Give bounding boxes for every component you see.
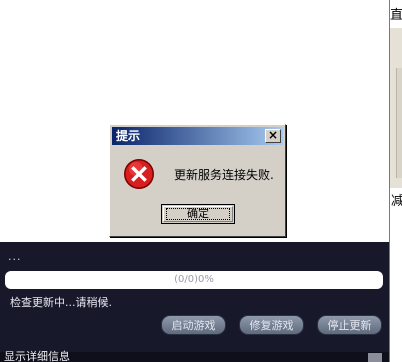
ok-button-label: 确定 xyxy=(187,207,209,220)
background-window-text: 减 xyxy=(391,194,402,209)
close-icon[interactable]: × xyxy=(265,129,281,143)
dialog-title: 提示 xyxy=(116,129,141,143)
background-window-panel xyxy=(390,28,402,188)
ok-button[interactable]: 确定 xyxy=(161,204,235,224)
background-window-scrollbar[interactable] xyxy=(396,68,402,178)
error-dialog: 提示 × 更新服务连接失败. 确定 xyxy=(109,124,286,237)
update-dots: ... xyxy=(8,250,22,263)
update-status-text: 检查更新中...请稍候. xyxy=(10,296,112,309)
stop-update-button[interactable]: 停止更新 xyxy=(317,315,382,335)
progress-text: (0/0)0% xyxy=(174,274,214,285)
details-toggle-button[interactable] xyxy=(368,353,382,362)
dialog-message: 更新服务连接失败. xyxy=(174,168,274,182)
background-window-title: 直的 xyxy=(390,8,402,23)
error-icon xyxy=(124,159,154,189)
start-game-button[interactable]: 启动游戏 xyxy=(161,315,226,335)
show-details-label[interactable]: 显示详细信息 xyxy=(4,351,70,362)
background-window: 直的 减 xyxy=(389,0,402,362)
repair-game-button[interactable]: 修复游戏 xyxy=(239,315,304,335)
dialog-titlebar[interactable]: 提示 × xyxy=(112,127,283,145)
update-progress-bar: (0/0)0% xyxy=(5,271,383,289)
